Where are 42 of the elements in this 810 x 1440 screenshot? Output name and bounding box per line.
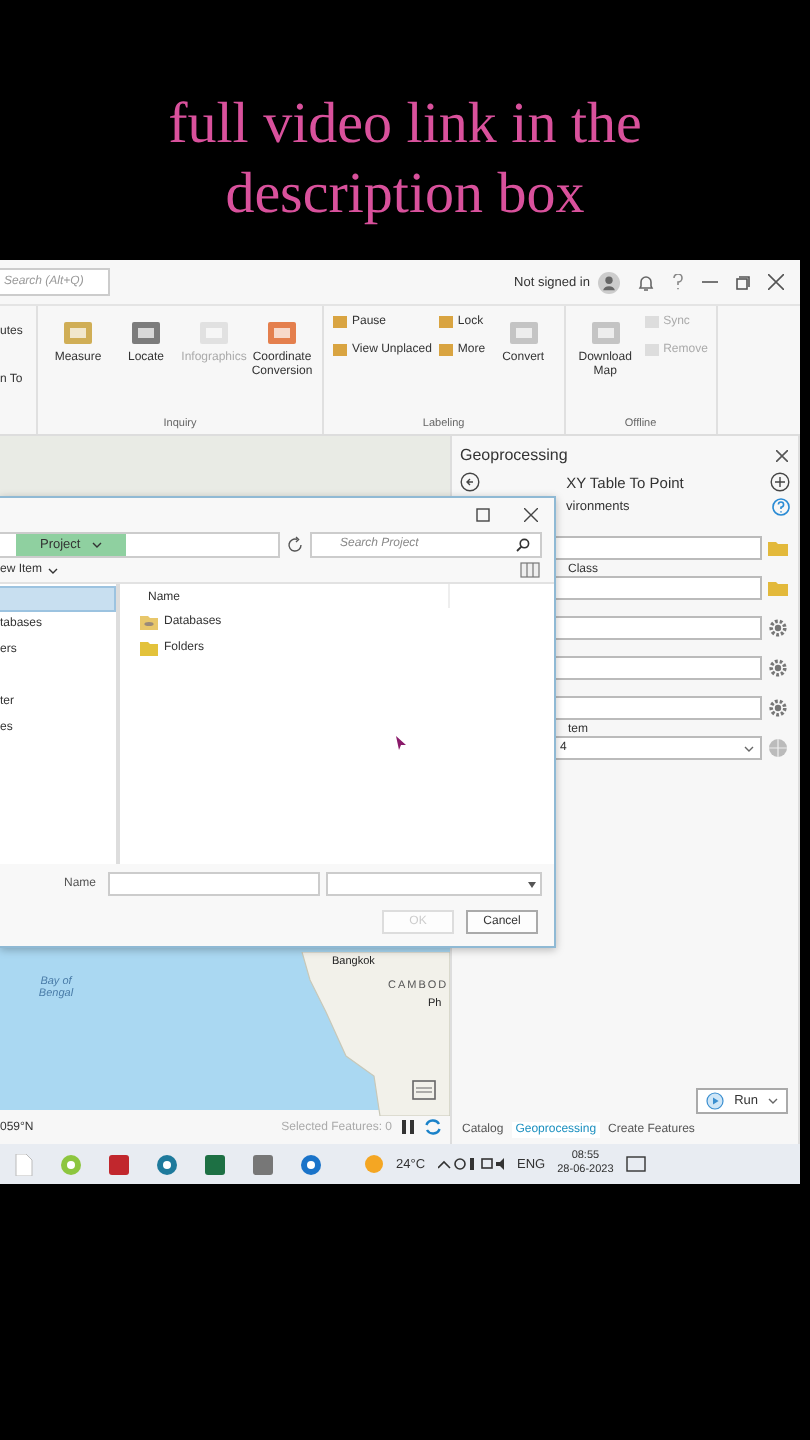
taskbar-app-icon[interactable] xyxy=(300,1153,322,1175)
input-field[interactable] xyxy=(552,536,762,560)
taskbar-app-icon[interactable] xyxy=(156,1153,178,1175)
pane-title: Geoprocessing xyxy=(460,446,568,464)
tray-icons-drawing[interactable] xyxy=(437,1156,506,1172)
input-field[interactable] xyxy=(552,696,762,720)
pause-icon[interactable] xyxy=(402,1120,414,1134)
name-field[interactable] xyxy=(108,872,320,896)
taskbar-app-icon[interactable] xyxy=(204,1153,226,1175)
input-field[interactable] xyxy=(552,656,762,680)
help-icon[interactable] xyxy=(672,274,684,290)
refresh-icon[interactable] xyxy=(424,1118,442,1136)
play-icon xyxy=(706,1092,725,1110)
refresh-icon[interactable] xyxy=(286,535,304,553)
caret-icon xyxy=(528,881,536,887)
close-icon[interactable] xyxy=(776,449,788,461)
caret-icon xyxy=(92,541,103,547)
taskbar-app-icon[interactable] xyxy=(252,1153,274,1175)
caret-icon xyxy=(744,745,754,751)
user-avatar-icon[interactable] xyxy=(598,271,620,293)
mouse-cursor-icon xyxy=(396,736,406,750)
video-caption: full video link in the description box xyxy=(166,90,644,230)
input-field[interactable] xyxy=(552,576,762,600)
close-icon[interactable] xyxy=(524,507,538,521)
notification-icon[interactable] xyxy=(625,1155,646,1173)
maximize-icon[interactable] xyxy=(476,507,490,521)
input-field[interactable] xyxy=(552,616,762,640)
columns-view-icon[interactable] xyxy=(520,562,540,578)
caret-icon xyxy=(48,567,59,573)
back-icon[interactable] xyxy=(460,472,480,492)
map-window-icon[interactable] xyxy=(412,1080,436,1100)
help-icon[interactable] xyxy=(772,498,790,516)
bell-icon[interactable] xyxy=(638,273,654,291)
close-icon[interactable] xyxy=(768,274,784,290)
database-icon xyxy=(140,613,158,629)
add-icon[interactable] xyxy=(769,472,790,492)
folder-icon xyxy=(140,639,158,655)
search-icon xyxy=(516,537,530,551)
caret-icon xyxy=(768,1098,778,1104)
sun-icon xyxy=(364,1154,384,1174)
taskbar-app-icon[interactable] xyxy=(108,1153,130,1175)
restore-icon[interactable] xyxy=(736,275,750,289)
